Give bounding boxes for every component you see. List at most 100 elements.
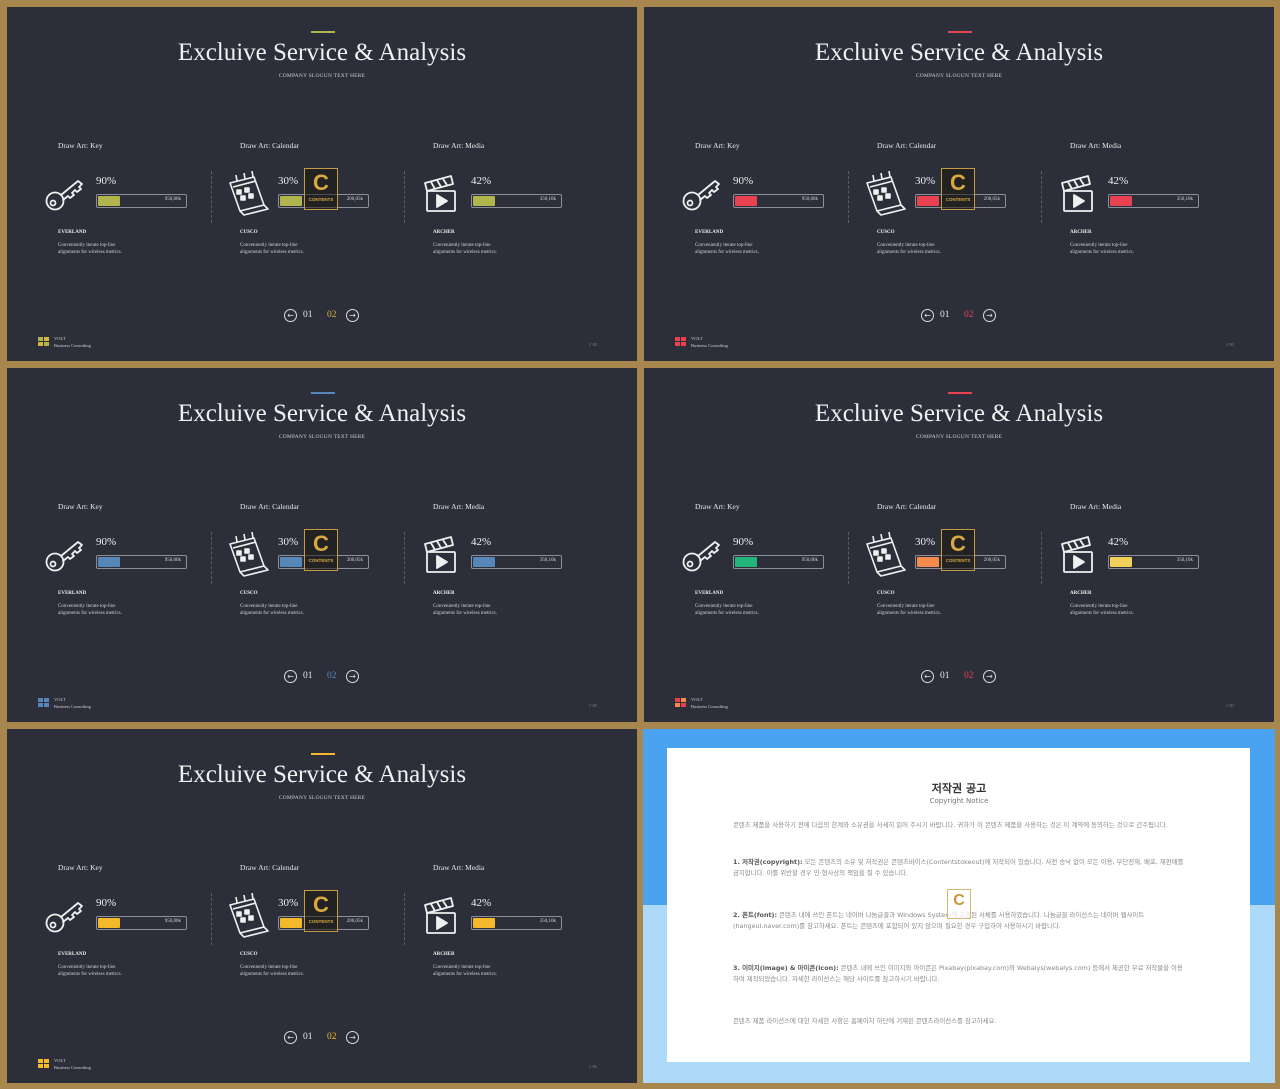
progress-fill xyxy=(280,918,302,928)
card-percent: 90% xyxy=(96,175,117,187)
card-description: Conveniently iterate top-line alignments … xyxy=(1070,603,1190,618)
card-description: Conveniently iterate top-line alignments … xyxy=(240,603,360,618)
slide-1: Excluive Service & Analysis COMPANY SLOGU… xyxy=(7,7,637,361)
card-description-line-2: alignments for wireless metrics. xyxy=(695,611,759,617)
card-name: ARCHER xyxy=(433,952,455,957)
progress-fill xyxy=(98,196,120,206)
logo-square xyxy=(675,698,680,702)
brand-subtitle: Business Consulting xyxy=(691,342,728,348)
page-number-2[interactable]: 02 xyxy=(327,1032,337,1042)
card-percent: 90% xyxy=(733,536,754,548)
notice-copyright-heading: 1. 저작권(copyright): xyxy=(733,858,803,866)
key-icon xyxy=(679,530,727,578)
prev-page-button[interactable]: ← xyxy=(284,1031,297,1044)
brand-name: VOLT xyxy=(691,336,703,341)
next-page-button[interactable]: → xyxy=(346,1031,359,1044)
notice-paragraph-image: 3. 이미지(image) & 아이콘(icon): 콘텐츠 내에 쓰인 이미지… xyxy=(733,963,1188,985)
watermark-text: CONTENTS xyxy=(308,197,334,202)
calendar-icon xyxy=(861,530,909,578)
card-description-line-2: alignments for wireless metrics. xyxy=(240,250,304,256)
page-number-1[interactable]: 01 xyxy=(303,310,313,320)
card-name: CUSCO xyxy=(240,230,258,235)
next-page-button[interactable]: → xyxy=(346,670,359,683)
card-title: Draw Art: Key xyxy=(58,863,103,872)
card-name: EVERLAND xyxy=(58,591,87,596)
brand-name: VOLT xyxy=(691,697,703,702)
progress-amount: 350,10k xyxy=(539,558,556,563)
service-card-cusco: Draw Art: Calendar 30% 200,05k CUSCO Conveni… xyxy=(229,863,420,1003)
card-divider xyxy=(404,893,405,945)
volt-logo xyxy=(675,337,687,347)
page-number-2[interactable]: 02 xyxy=(964,671,974,681)
slide-page-number: // 01 xyxy=(589,703,598,708)
volt-logo xyxy=(38,337,50,347)
title-accent-line xyxy=(948,31,972,33)
clapperboard-icon xyxy=(1054,169,1102,217)
page-number-1[interactable]: 01 xyxy=(303,1032,313,1042)
watermark-badge: C CONTENTS xyxy=(304,890,338,932)
card-title: Draw Art: Media xyxy=(1070,502,1122,511)
page-number-2[interactable]: 02 xyxy=(327,310,337,320)
brand-text: VOLT Business Consulting xyxy=(691,336,728,350)
logo-square xyxy=(681,703,686,707)
notice-font-text: 콘텐츠 내에 쓰인 폰트는 네이버 나눔글꼴과 Windows System에 … xyxy=(733,911,1145,931)
progress-fill xyxy=(1110,196,1132,206)
slide-title: Excluive Service & Analysis xyxy=(177,400,467,427)
page-number-1[interactable]: 01 xyxy=(940,310,950,320)
notice-paragraph-intro: 콘텐츠 제품을 사용하기 전에 다음의 한계와 소유권을 사세히 읽어 주시기 … xyxy=(733,821,1168,829)
card-description-line-1: Conveniently iterate top-line xyxy=(240,965,298,970)
company-slogan: COMPANY SLOGUN TEXT HERE xyxy=(278,795,366,801)
brand-subtitle: Business Consulting xyxy=(54,1064,91,1070)
key-icon xyxy=(679,169,727,217)
prev-page-button[interactable]: ← xyxy=(284,670,297,683)
card-name: CUSCO xyxy=(877,230,895,235)
page-number-1[interactable]: 01 xyxy=(303,671,313,681)
card-description: Conveniently iterate top-line alignments … xyxy=(240,964,360,979)
progress-bar: 350,10k xyxy=(471,194,562,208)
card-description-line-1: Conveniently iterate top-line xyxy=(433,965,491,970)
card-name: ARCHER xyxy=(433,230,455,235)
watermark-badge: C CONTENTS xyxy=(941,529,975,571)
pagination: ← 01 02 → xyxy=(644,308,1274,324)
slide-title: Excluive Service & Analysis xyxy=(177,761,467,788)
logo-square xyxy=(675,337,680,341)
card-description: Conveniently iterate top-line alignments … xyxy=(58,964,178,979)
next-page-button[interactable]: → xyxy=(983,670,996,683)
next-page-button[interactable]: → xyxy=(983,309,996,322)
prev-page-button[interactable]: ← xyxy=(921,309,934,322)
card-description-line-2: alignments for wireless metrics. xyxy=(433,611,497,617)
prev-page-button[interactable]: ← xyxy=(284,309,297,322)
prev-page-button[interactable]: ← xyxy=(921,670,934,683)
card-description-line-1: Conveniently iterate top-line xyxy=(58,604,116,609)
card-description-line-2: alignments for wireless metrics. xyxy=(695,250,759,256)
card-divider xyxy=(211,532,212,584)
progress-amount: 350,10k xyxy=(539,197,556,202)
card-title: Draw Art: Key xyxy=(58,141,103,150)
logo-square xyxy=(38,1059,43,1063)
next-page-button[interactable]: → xyxy=(346,309,359,322)
calendar-icon xyxy=(224,169,272,217)
logo-square xyxy=(38,342,43,346)
card-description-line-1: Conveniently iterate top-line xyxy=(695,604,753,609)
card-title: Draw Art: Calendar xyxy=(877,502,937,511)
progress-fill xyxy=(917,557,939,567)
card-description-line-1: Conveniently iterate top-line xyxy=(1070,604,1128,609)
progress-fill xyxy=(98,557,120,567)
progress-amount: 950,00k xyxy=(164,919,181,924)
card-title: Draw Art: Calendar xyxy=(240,502,300,511)
watermark-letter: C xyxy=(313,892,329,917)
card-name: ARCHER xyxy=(433,591,455,596)
logo-square xyxy=(38,698,43,702)
card-name: CUSCO xyxy=(240,591,258,596)
card-name: ARCHER xyxy=(1070,591,1092,596)
page-number-2[interactable]: 02 xyxy=(964,310,974,320)
volt-logo xyxy=(38,698,50,708)
brand-text: VOLT Business Consulting xyxy=(54,1058,91,1072)
card-description: Conveniently iterate top-line alignments … xyxy=(240,242,360,257)
calendar-icon xyxy=(224,891,272,939)
page-number-2[interactable]: 02 xyxy=(327,671,337,681)
card-description-line-1: Conveniently iterate top-line xyxy=(695,243,753,248)
progress-amount: 200,05k xyxy=(346,197,363,202)
logo-square xyxy=(44,1064,49,1068)
page-number-1[interactable]: 01 xyxy=(940,671,950,681)
